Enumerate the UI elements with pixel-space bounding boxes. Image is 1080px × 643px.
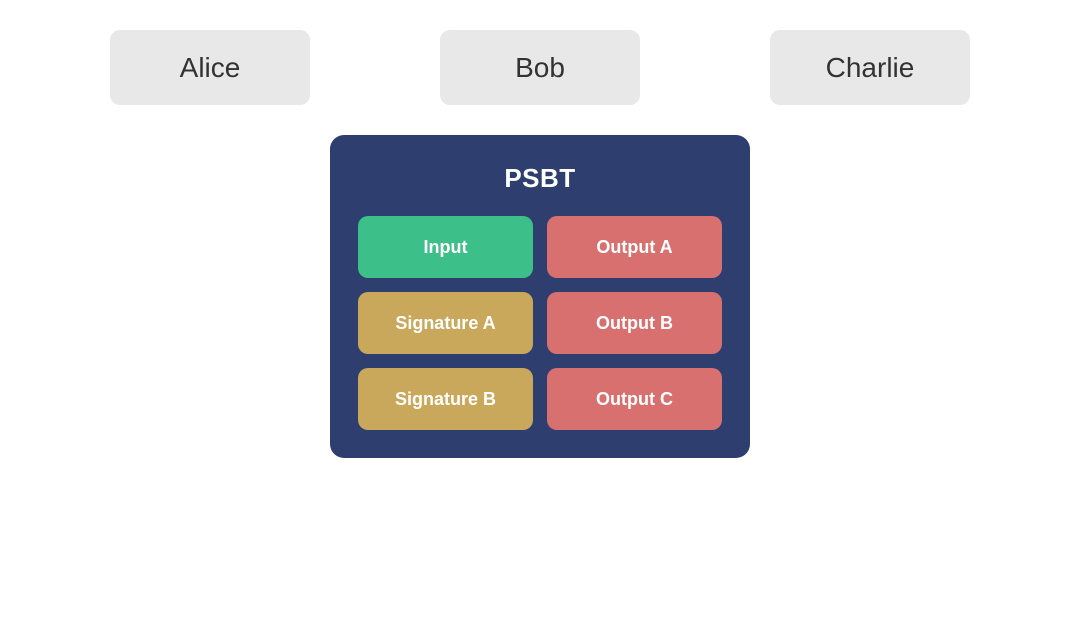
psbt-title: PSBT <box>504 163 575 194</box>
person-bob-label: Bob <box>515 52 565 84</box>
person-charlie: Charlie <box>770 30 970 105</box>
psbt-item-output-c-label: Output C <box>596 389 673 410</box>
psbt-item-signature-b: Signature B <box>358 368 533 430</box>
psbt-grid: Input Output A Signature A Output B Sign… <box>358 216 722 430</box>
person-charlie-label: Charlie <box>826 52 915 84</box>
persons-row: Alice Bob Charlie <box>110 30 970 105</box>
psbt-box: PSBT Input Output A Signature A Output B… <box>330 135 750 458</box>
person-alice: Alice <box>110 30 310 105</box>
psbt-item-output-b-label: Output B <box>596 313 673 334</box>
psbt-item-input-label: Input <box>424 237 468 258</box>
psbt-item-output-a: Output A <box>547 216 722 278</box>
psbt-item-signature-b-label: Signature B <box>395 389 496 410</box>
person-alice-label: Alice <box>180 52 241 84</box>
psbt-item-output-c: Output C <box>547 368 722 430</box>
psbt-item-input: Input <box>358 216 533 278</box>
person-bob: Bob <box>440 30 640 105</box>
psbt-item-output-a-label: Output A <box>596 237 672 258</box>
psbt-item-signature-a-label: Signature A <box>395 313 495 334</box>
psbt-item-output-b: Output B <box>547 292 722 354</box>
psbt-item-signature-a: Signature A <box>358 292 533 354</box>
